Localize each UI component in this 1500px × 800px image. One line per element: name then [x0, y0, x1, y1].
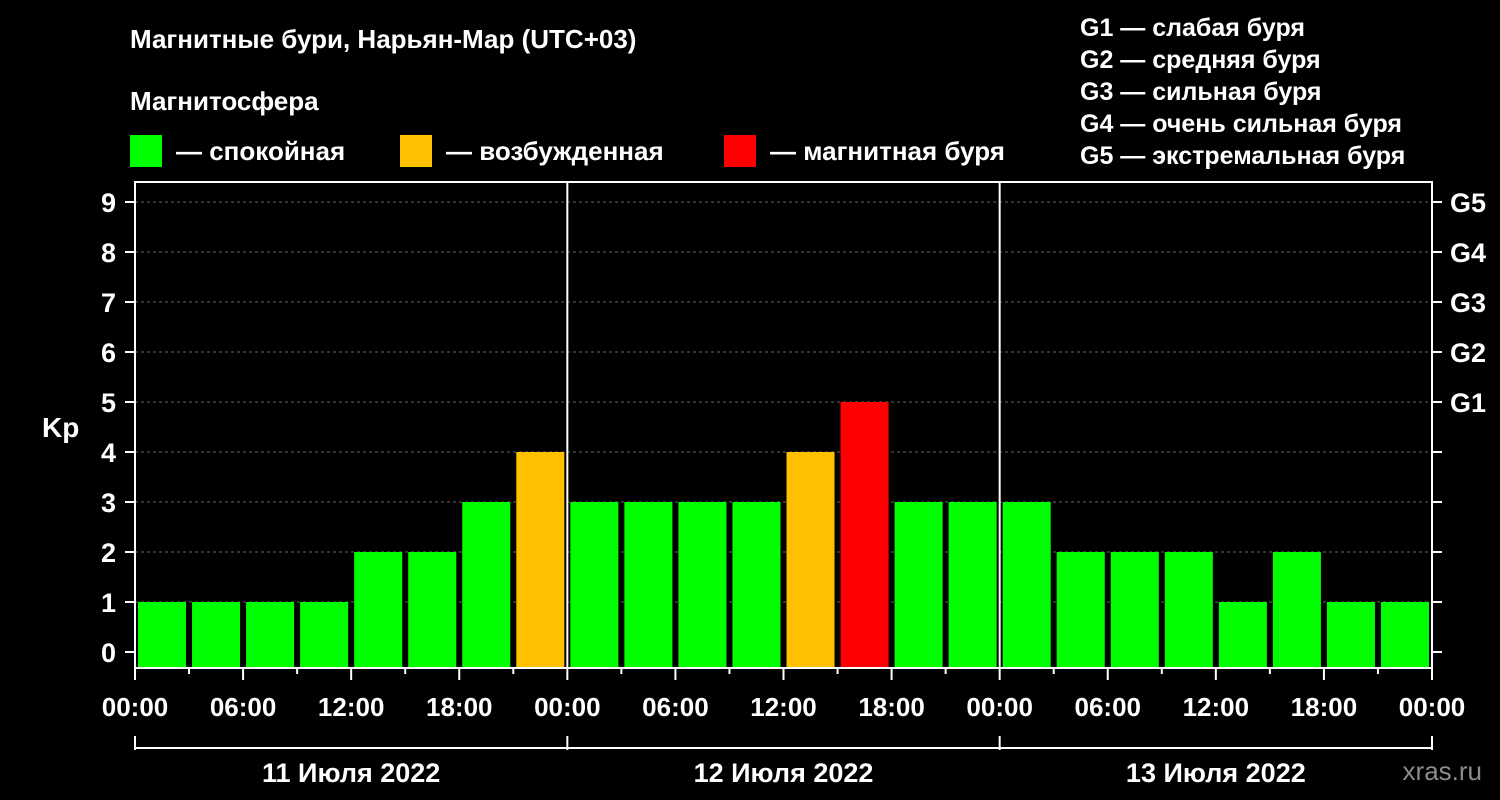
x-tick-label: 00:00	[966, 692, 1033, 722]
g-level-label: G4	[1450, 238, 1486, 268]
x-tick-label: 12:00	[1183, 692, 1250, 722]
g-level-label: G3	[1450, 288, 1486, 318]
y-tick-label: 5	[101, 388, 116, 418]
y-tick-label: 9	[101, 188, 116, 218]
y-tick-label: 1	[101, 588, 116, 618]
day-label: 13 Июля 2022	[1126, 758, 1306, 788]
day-label: 12 Июля 2022	[694, 758, 874, 788]
kp-bar	[246, 602, 295, 668]
kp-bar	[732, 502, 781, 668]
kp-bar	[786, 452, 835, 668]
kp-bar	[1002, 502, 1051, 668]
kp-bar	[1326, 602, 1375, 668]
x-tick-label: 18:00	[426, 692, 493, 722]
y-tick-label: 4	[101, 438, 116, 468]
x-tick-label: 00:00	[534, 692, 601, 722]
x-tick-label: 12:00	[318, 692, 385, 722]
y-tick-label: 7	[101, 288, 116, 318]
kp-bar	[678, 502, 727, 668]
g-level-label: G5	[1450, 188, 1486, 218]
kp-bar	[300, 602, 349, 668]
kp-bar	[948, 502, 997, 668]
kp-bar	[624, 502, 673, 668]
x-tick-label: 18:00	[858, 692, 925, 722]
kp-bar	[894, 502, 943, 668]
y-tick-label: 8	[101, 238, 116, 268]
kp-bar	[1272, 552, 1321, 668]
plot-frame	[134, 181, 1433, 669]
x-tick-label: 06:00	[210, 692, 277, 722]
kp-bar	[1056, 552, 1105, 668]
y-tick-label: 0	[101, 638, 116, 668]
kp-bar	[516, 452, 565, 668]
kp-bar	[570, 502, 619, 668]
kp-bar-chart: 0 1 2 3 4 5 6 7 8 9 G1 G2 G3 G4 G5 00:00 06:00 12:00 18:00…	[101, 181, 1486, 788]
kp-bar	[1110, 552, 1159, 668]
x-tick-label: 00:00	[1399, 692, 1466, 722]
kp-bar	[1218, 602, 1267, 668]
kp-bar	[1164, 552, 1213, 668]
g-level-label: G1	[1450, 388, 1486, 418]
kp-bar	[354, 552, 403, 668]
x-tick-label: 06:00	[1075, 692, 1142, 722]
x-tick-label: 06:00	[642, 692, 709, 722]
y-tick-label: 2	[101, 538, 116, 568]
x-tick-label: 00:00	[102, 692, 169, 722]
kp-bar	[462, 502, 511, 668]
x-tick-label: 18:00	[1291, 692, 1358, 722]
y-tick-label: 6	[101, 338, 116, 368]
y-tick-label: 3	[101, 488, 116, 518]
kp-bar	[840, 402, 889, 668]
kp-bar	[138, 602, 187, 668]
day-label: 11 Июля 2022	[262, 758, 440, 788]
kp-bar	[408, 552, 457, 668]
x-tick-label: 12:00	[750, 692, 817, 722]
kp-bar	[1380, 602, 1429, 668]
g-level-label: G2	[1450, 338, 1486, 368]
kp-bar	[192, 602, 241, 668]
